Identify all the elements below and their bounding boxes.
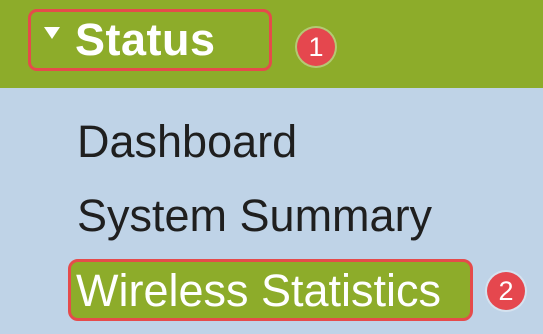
status-menu: Status 1 Dashboard System Summary Wirele… [0, 0, 543, 334]
status-section-header[interactable]: Status 1 [0, 0, 543, 88]
step-1-badge: 1 [297, 28, 335, 66]
sidebar-item-dashboard[interactable]: Dashboard [77, 116, 297, 168]
step-2-badge: 2 [487, 272, 525, 310]
status-header-label[interactable]: Status [75, 14, 216, 66]
sidebar-item-system-summary[interactable]: System Summary [77, 190, 432, 242]
wireless-statistics-label[interactable]: Wireless Statistics [76, 265, 441, 317]
triangle-down-icon [44, 27, 60, 39]
